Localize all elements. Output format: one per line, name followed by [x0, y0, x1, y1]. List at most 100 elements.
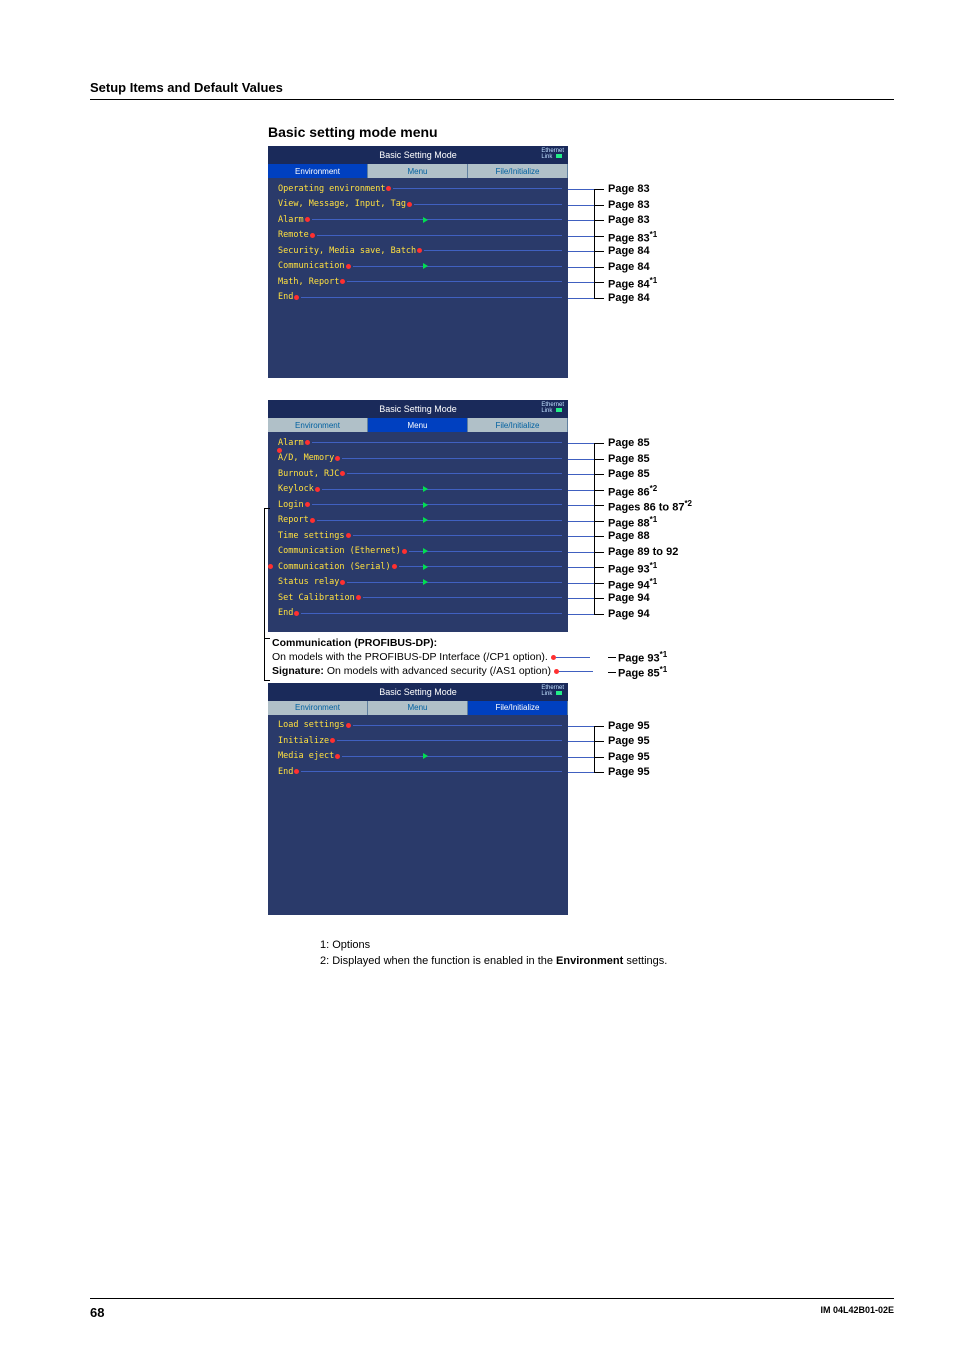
menu-item-label: Media eject: [278, 751, 334, 761]
callout-dot-icon: [392, 564, 397, 569]
ethernet-link-badge: EthernetLink: [541, 685, 564, 697]
menu-item[interactable]: Keylock: [278, 482, 562, 498]
callout-dot-icon: [346, 533, 351, 538]
tab-environment[interactable]: Environment: [268, 164, 368, 178]
menu-item[interactable]: Load settings: [278, 718, 562, 734]
menu-item-label: End: [278, 608, 293, 618]
panel-file-block: Basic Setting Mode EthernetLink Environm…: [268, 683, 894, 915]
menu-item-label: Communication (Serial): [278, 562, 391, 572]
page-ref: Page 85*1: [618, 665, 667, 680]
menu-item-label: Keylock: [278, 484, 314, 494]
page-footer: 68 IM 04L42B01-02E: [0, 1298, 954, 1320]
menu-item-label: Load settings: [278, 720, 345, 730]
menu-item-label: Burnout, RJC: [278, 469, 339, 479]
page-ref: Page 95: [608, 735, 650, 747]
callout-dot-icon: [294, 611, 299, 616]
menu-item[interactable]: Communication: [278, 259, 562, 275]
menu-item-label: A/D, Memory: [278, 453, 334, 463]
menu-item[interactable]: Alarm: [278, 212, 562, 228]
connector-line: [424, 250, 562, 251]
chevron-right-icon: [423, 564, 428, 570]
menu-item-label: End: [278, 292, 293, 302]
callout-dot-icon: [402, 549, 407, 554]
screen-title-bar: Basic Setting Mode EthernetLink: [268, 400, 568, 418]
connector-line: [337, 740, 562, 741]
note-profibus-line: On models with the PROFIBUS-DP Interface…: [272, 651, 548, 663]
menu-item[interactable]: Math, Report: [278, 274, 562, 290]
chevron-right-icon: [423, 217, 428, 223]
menu-item[interactable]: Login: [278, 497, 562, 513]
chevron-right-icon: [423, 517, 428, 523]
tab-file-initialize[interactable]: File/Initialize: [468, 418, 568, 432]
menu-item[interactable]: Status relay: [278, 575, 562, 591]
note-profibus-heading: Communication (PROFIBUS-DP):: [272, 637, 437, 649]
connector-line: [347, 281, 562, 282]
connector-line: [301, 297, 562, 298]
callout-dot-icon: [340, 580, 345, 585]
footnotes: 1: Options 2: Displayed when the functio…: [320, 937, 894, 970]
menu-item[interactable]: Set Calibration: [278, 590, 562, 606]
menu-item-label: Time settings: [278, 531, 345, 541]
menu-item[interactable]: Communication (Ethernet): [278, 544, 562, 560]
chevron-right-icon: [423, 486, 428, 492]
menu-item[interactable]: Burnout, RJC: [278, 466, 562, 482]
tab-row: Environment Menu File/Initialize: [268, 418, 568, 432]
chevron-right-icon: [423, 263, 428, 269]
screen-title-bar: Basic Setting Mode EthernetLink: [268, 683, 568, 701]
page-ref: Page 88: [608, 530, 650, 542]
tab-menu[interactable]: Menu: [368, 418, 468, 432]
page-ref: Page 89 to 92: [608, 546, 678, 558]
tab-file-initialize[interactable]: File/Initialize: [468, 701, 568, 715]
connector-line: [414, 204, 562, 205]
menu-item[interactable]: A/D, Memory: [278, 451, 562, 467]
page-ref: Page 83*1: [608, 230, 657, 245]
menu-item[interactable]: Report: [278, 513, 562, 529]
menu-item[interactable]: Alarm: [278, 435, 562, 451]
page-ref: Page 93*1: [618, 650, 667, 665]
chevron-right-icon: [423, 502, 428, 508]
menu-item-label: Security, Media save, Batch: [278, 246, 416, 256]
menu-item[interactable]: Initialize: [278, 733, 562, 749]
tab-row: Environment Menu File/Initialize: [268, 701, 568, 715]
menu-item[interactable]: View, Message, Input, Tag: [278, 197, 562, 213]
panel-environment-block: Basic Setting Mode EthernetLink Environm…: [268, 146, 894, 378]
tab-environment[interactable]: Environment: [268, 701, 368, 715]
menu-item[interactable]: Operating environment: [278, 181, 562, 197]
menu-item[interactable]: Media eject: [278, 749, 562, 765]
page-ref: Page 84: [608, 292, 650, 304]
callout-dot-icon: [310, 233, 315, 238]
callout-dot-icon: [417, 248, 422, 253]
page-ref: Page 93*1: [608, 561, 657, 576]
callout-dot-icon: [340, 279, 345, 284]
menu-item[interactable]: Remote: [278, 228, 562, 244]
page-ref: Page 84: [608, 261, 650, 273]
connector-line: [312, 219, 562, 220]
menu-item[interactable]: End: [278, 606, 562, 622]
menu-item-label: Remote: [278, 230, 309, 240]
page-ref: Page 85: [608, 468, 650, 480]
page-ref: Page 84*1: [608, 276, 657, 291]
tab-row: Environment Menu File/Initialize: [268, 164, 568, 178]
connector-line: [342, 756, 562, 757]
connector-line: [393, 188, 562, 189]
tab-menu[interactable]: Menu: [368, 701, 468, 715]
menu-item-label: End: [278, 767, 293, 777]
chevron-right-icon: [423, 579, 428, 585]
callout-dot-icon: [305, 217, 310, 222]
callout-dot-icon: [346, 723, 351, 728]
menu-item[interactable]: Time settings: [278, 528, 562, 544]
tab-menu[interactable]: Menu: [368, 164, 468, 178]
tab-environment[interactable]: Environment: [268, 418, 368, 432]
menu-item[interactable]: End: [278, 290, 562, 306]
tab-file-initialize[interactable]: File/Initialize: [468, 164, 568, 178]
menu-item[interactable]: Security, Media save, Batch: [278, 243, 562, 259]
page-ref: Page 85: [608, 453, 650, 465]
screen-title: Basic Setting Mode: [379, 404, 457, 414]
menu-item-label: Initialize: [278, 736, 329, 746]
callout-dot-icon: [386, 186, 391, 191]
menu-item[interactable]: End: [278, 764, 562, 780]
connector-line: [317, 235, 562, 236]
connector-line: [312, 442, 562, 443]
menu-item[interactable]: Communication (Serial): [278, 559, 562, 575]
chevron-right-icon: [423, 753, 428, 759]
